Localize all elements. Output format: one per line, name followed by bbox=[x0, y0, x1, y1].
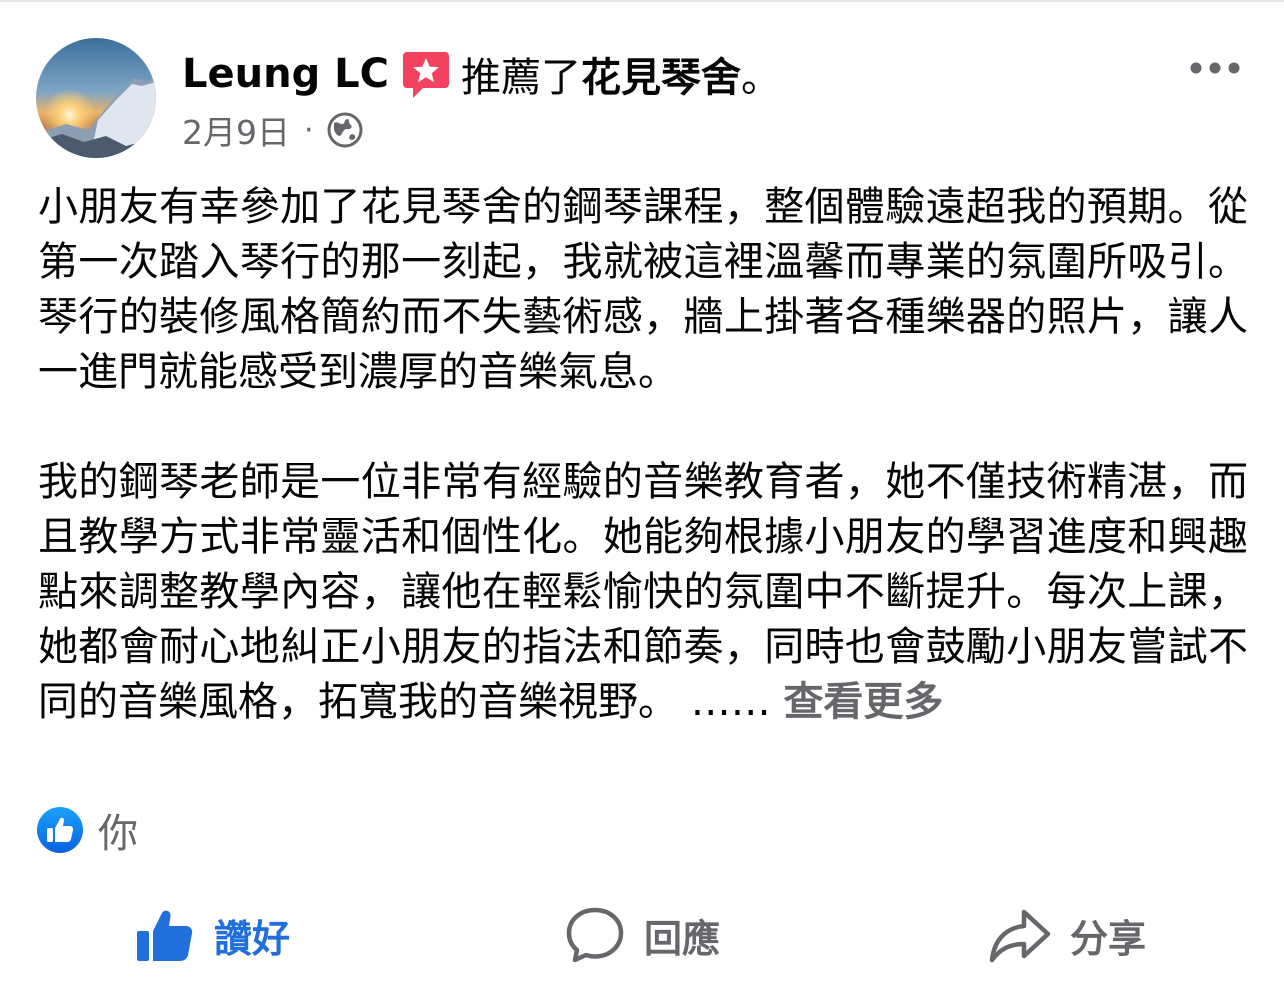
meta-separator: · bbox=[304, 112, 314, 148]
post-date[interactable]: 2月9日 bbox=[182, 106, 290, 154]
author-name[interactable]: Leung LC bbox=[182, 51, 389, 97]
share-button[interactable]: 分享 bbox=[988, 890, 1146, 980]
post-meta: 2月9日 · bbox=[182, 106, 364, 154]
recommend-star-icon bbox=[401, 48, 451, 100]
header-suffix: 。 bbox=[740, 55, 781, 101]
share-button-label: 分享 bbox=[1070, 916, 1147, 961]
more-options-icon[interactable] bbox=[1186, 50, 1244, 86]
like-button-label: 讚好 bbox=[214, 916, 291, 961]
thumbs-up-icon bbox=[134, 904, 196, 966]
reaction-names: 你 bbox=[98, 811, 138, 857]
share-arrow-icon bbox=[988, 904, 1052, 966]
like-badge-icon bbox=[36, 806, 84, 854]
post-header: Leung LC 推薦了 花見琴舍 。 bbox=[182, 44, 781, 104]
action-bar: 讚好 回應 分享 bbox=[0, 890, 1284, 980]
post-paragraph-2: 我的鋼琴老師是一位非常有經驗的音樂教育者，她不僅技術精湛，而且教學方式非常靈活和… bbox=[38, 455, 1248, 730]
top-divider bbox=[0, 0, 1284, 2]
comment-bubble-icon bbox=[564, 904, 626, 966]
comment-button-label: 回應 bbox=[644, 916, 721, 961]
recommend-action-text: 推薦了 bbox=[460, 55, 581, 101]
like-button[interactable]: 讚好 bbox=[134, 890, 290, 980]
comment-button[interactable]: 回應 bbox=[564, 890, 720, 980]
post-paragraph-2-text: 我的鋼琴老師是一位非常有經驗的音樂教育者，她不僅技術精湛，而且教學方式非常靈活和… bbox=[38, 459, 1248, 725]
truncation-ellipsis: …… bbox=[690, 679, 771, 725]
reaction-summary[interactable]: 你 bbox=[36, 806, 138, 857]
post-body: 小朋友有幸參加了花見琴舍的鋼琴課程，整個體驗遠超我的預期。從第一次踏入琴行的那一… bbox=[38, 180, 1248, 730]
author-avatar[interactable] bbox=[36, 38, 156, 158]
globe-icon[interactable] bbox=[326, 111, 364, 149]
recommended-page-name[interactable]: 花見琴舍 bbox=[581, 45, 741, 103]
see-more-link[interactable]: 查看更多 bbox=[783, 679, 943, 725]
post-paragraph-1: 小朋友有幸參加了花見琴舍的鋼琴課程，整個體驗遠超我的預期。從第一次踏入琴行的那一… bbox=[38, 184, 1248, 395]
